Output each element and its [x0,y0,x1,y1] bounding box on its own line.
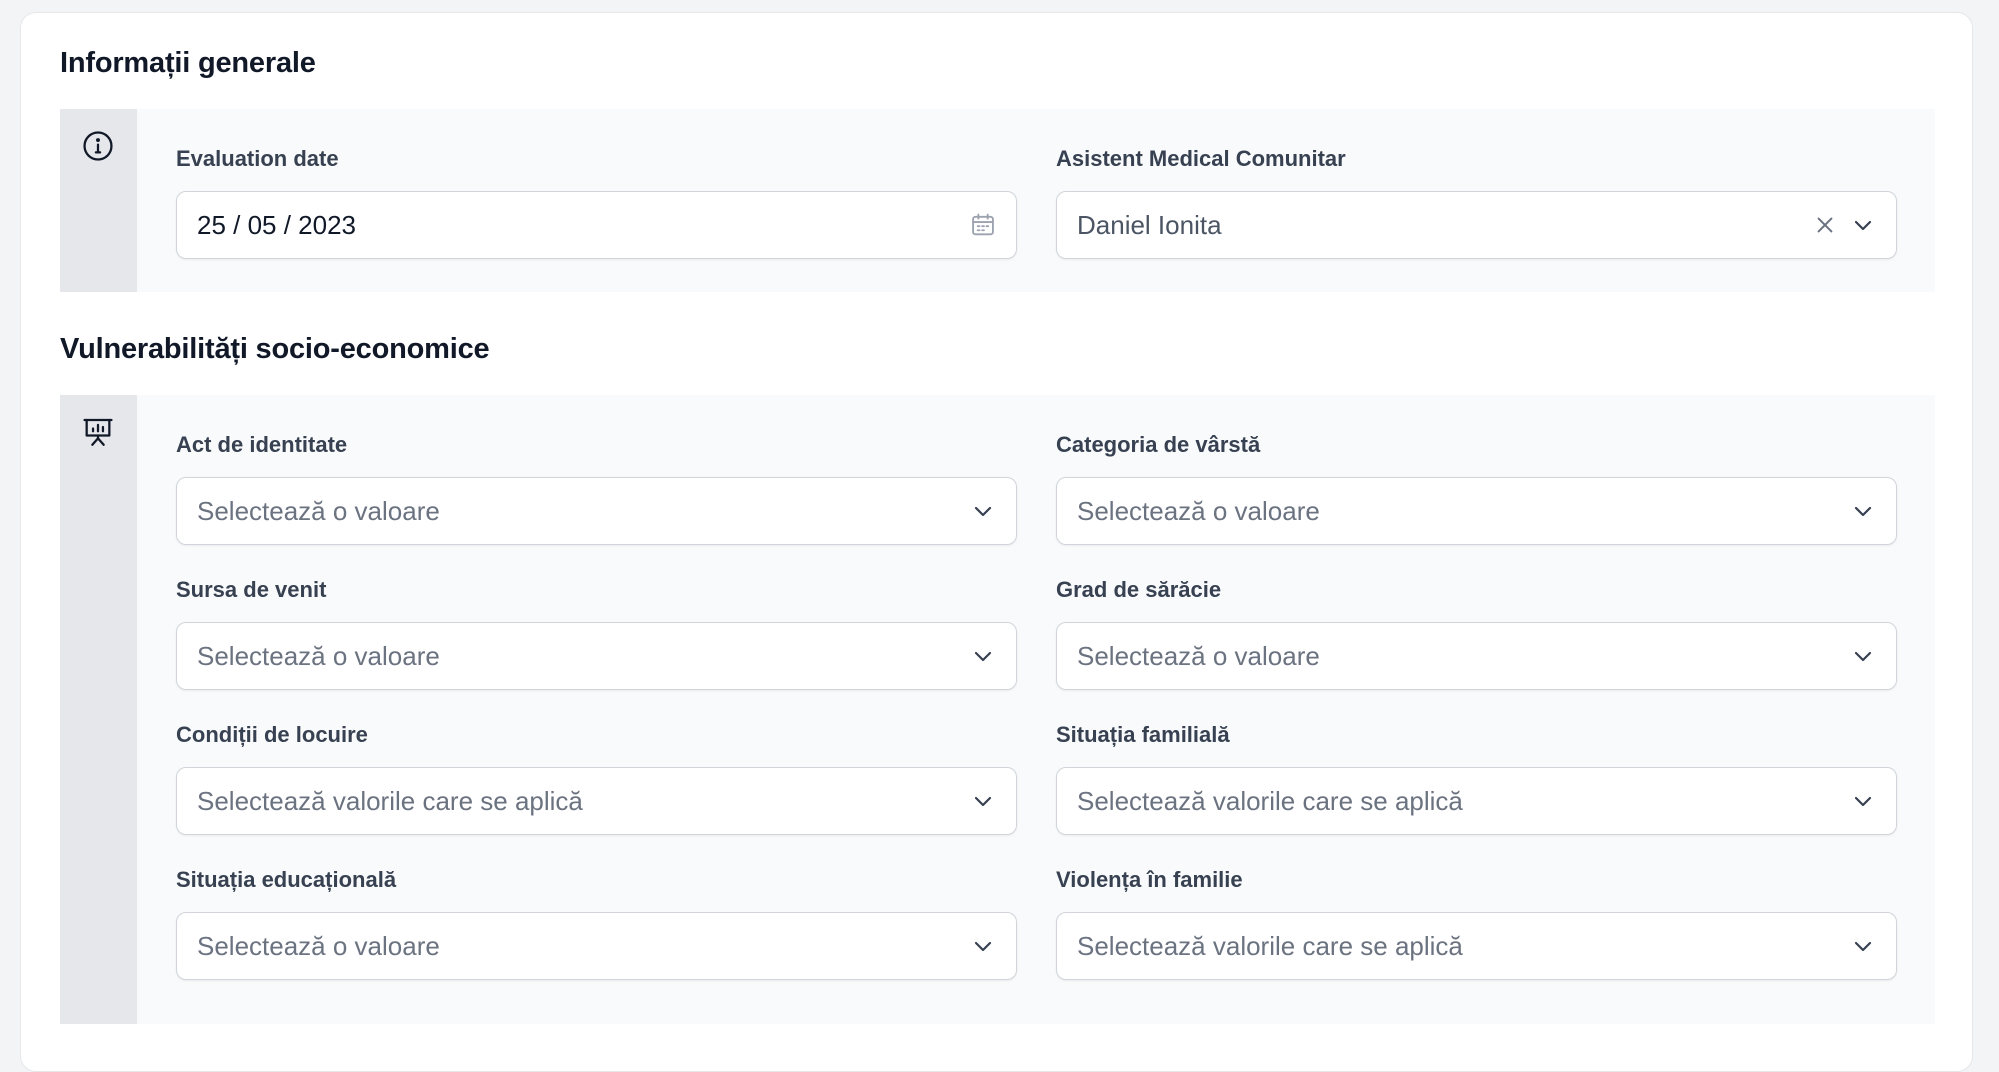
field-act-identitate: Act de identitate Selectează o valoare [176,430,1017,545]
field-asistent-medical: Asistent Medical Comunitar Daniel Ionita [1056,144,1897,259]
chevron-down-icon[interactable] [968,641,998,671]
field-situatia-familiala: Situația familială Selectează valorile c… [1056,720,1897,835]
select-placeholder: Selectează o valoare [1077,640,1320,671]
chevron-down-icon[interactable] [968,931,998,961]
select-placeholder: Selectează o valoare [197,930,440,961]
violenta-familie-multiselect[interactable]: Selectează valorile care se aplică [1056,912,1897,980]
calendar-icon[interactable] [968,210,998,240]
field-evaluation-date: Evaluation date 25 / 05 / 2023 [176,144,1017,259]
field-violenta-familie: Violența în familie Selectează valorile … [1056,865,1897,980]
select-placeholder: Selectează valorile care se aplică [1077,930,1463,961]
section-title-socio-economic: Vulnerabilități socio-economice [60,333,490,365]
field-label: Sursa de venit [176,577,327,602]
situatia-educationala-select[interactable]: Selectează o valoare [176,912,1017,980]
select-placeholder: Selectează valorile care se aplică [1077,785,1463,816]
chevron-down-icon[interactable] [1848,496,1878,526]
grad-saracie-select[interactable]: Selectează o valoare [1056,622,1897,690]
info-icon [81,129,115,163]
clear-icon[interactable] [1810,210,1840,240]
field-label: Violența în familie [1056,867,1243,892]
select-placeholder: Selectează o valoare [1077,495,1320,526]
section-socio-economic: Act de identitate Selectează o valoare C… [60,395,1935,1024]
field-label: Categoria de vârstă [1056,432,1261,457]
chevron-down-icon[interactable] [968,786,998,816]
conditii-locuire-multiselect[interactable]: Selectează valorile care se aplică [176,767,1017,835]
presentation-chart-icon [81,415,115,449]
chevron-down-icon[interactable] [1848,786,1878,816]
section-title-general-info: Informații generale [60,47,316,79]
field-conditii-locuire: Condiții de locuire Selectează valorile … [176,720,1017,835]
section-general-info: Evaluation date 25 / 05 / 2023 Asistent … [60,109,1935,292]
chevron-down-icon[interactable] [1848,210,1878,240]
icon-rail [60,109,137,292]
date-value: 25 / 05 / 2023 [197,209,357,240]
act-identitate-select[interactable]: Selectează o valoare [176,477,1017,545]
sursa-venit-select[interactable]: Selectează o valoare [176,622,1017,690]
field-categoria-varsta: Categoria de vârstă Selectează o valoare [1056,430,1897,545]
field-label: Evaluation date [176,146,339,171]
situatia-familiala-multiselect[interactable]: Selectează valorile care se aplică [1056,767,1897,835]
chevron-down-icon[interactable] [1848,641,1878,671]
field-label: Situația educațională [176,867,397,892]
select-placeholder: Selectează o valoare [197,495,440,526]
field-label: Act de identitate [176,432,348,457]
form-card: Informații generale Evaluation date 25 /… [20,12,1973,1072]
chevron-down-icon[interactable] [968,496,998,526]
chevron-down-icon[interactable] [1848,931,1878,961]
asistent-medical-select[interactable]: Daniel Ionita [1056,191,1897,259]
evaluation-date-input[interactable]: 25 / 05 / 2023 [176,191,1017,259]
categoria-varsta-select[interactable]: Selectează o valoare [1056,477,1897,545]
field-label: Asistent Medical Comunitar [1056,146,1346,171]
select-placeholder: Selectează valorile care se aplică [197,785,583,816]
selected-value: Daniel Ionita [1077,209,1222,240]
field-label: Situația familială [1056,722,1230,747]
icon-rail [60,395,137,1024]
field-label: Condiții de locuire [176,722,368,747]
select-placeholder: Selectează o valoare [197,640,440,671]
field-situatia-educationala: Situația educațională Selectează o valoa… [176,865,1017,980]
field-sursa-venit: Sursa de venit Selectează o valoare [176,575,1017,690]
field-label: Grad de sărăcie [1056,577,1222,602]
field-grad-saracie: Grad de sărăcie Selectează o valoare [1056,575,1897,690]
